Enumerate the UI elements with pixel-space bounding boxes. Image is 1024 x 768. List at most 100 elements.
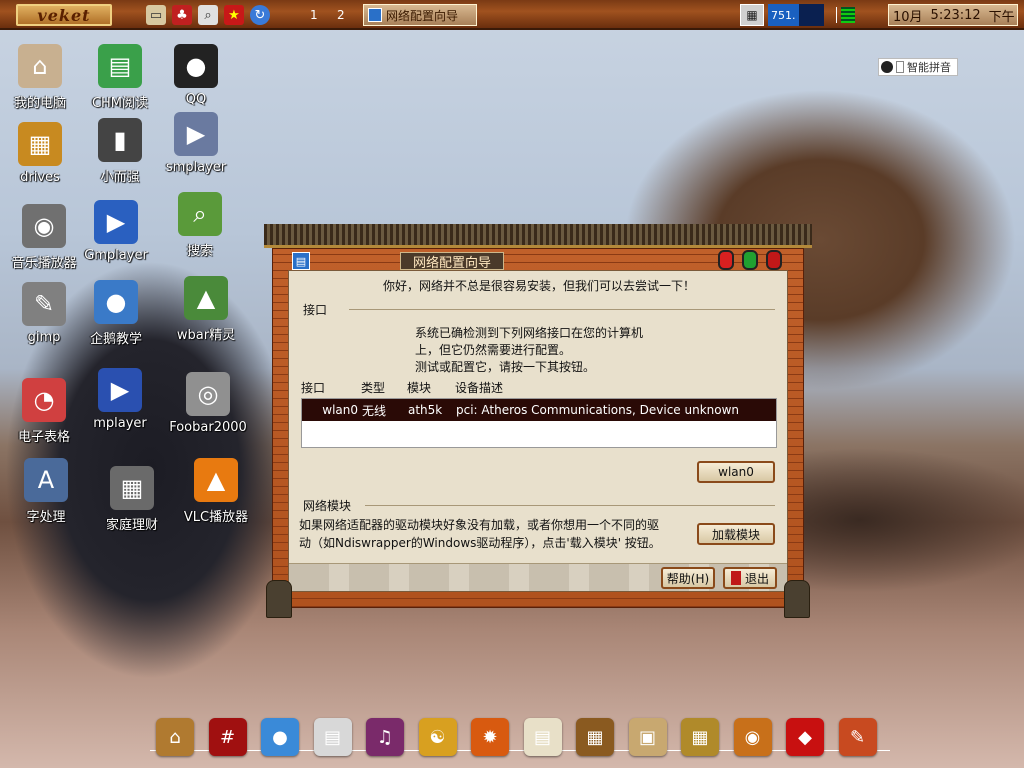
system-tray <box>836 3 855 27</box>
chinese-knot-icon[interactable]: ◆ <box>786 718 824 756</box>
notebook-icon[interactable]: # <box>208 718 247 756</box>
taskbar-window-button[interactable]: 网络配置向导 <box>363 4 477 26</box>
abacus-icon[interactable]: ▦ <box>576 718 614 756</box>
table-row[interactable]: wlan0 无线 ath5k pci: Atheros Communicatio… <box>302 399 776 421</box>
desktop-icon[interactable]: ▶ smplayer <box>156 112 236 175</box>
desktop-icon-label: 音乐播放器 <box>11 256 77 271</box>
desktop-icon[interactable]: ▮ 小而强 <box>80 118 160 185</box>
desktop-icon[interactable]: ⌕ 搜索 <box>160 192 240 259</box>
col-type: 类型 <box>361 381 386 395</box>
computer-icon: ⌂ <box>18 44 62 88</box>
desktop-icon[interactable]: ▦ drives <box>0 122 80 185</box>
close-lantern-icon[interactable] <box>766 250 782 270</box>
yin-yang-icon[interactable]: ☯ <box>418 718 457 756</box>
desktop-icon-label: CHM阅读 <box>91 96 149 111</box>
workspace-1[interactable]: 1 <box>310 3 318 27</box>
smplayer-icon: ▶ <box>174 112 218 156</box>
desktop-icon[interactable]: A 字处理 <box>6 458 86 525</box>
media-disc-icon[interactable]: ♫ <box>366 718 404 756</box>
bottom-dock: ⌂ # ● ▤ ♫ ☯ ✹ ▤ ▦ ▣ ▦ ◉ ◆ ✎ <box>150 714 890 766</box>
globe-icon[interactable]: ● <box>261 718 299 756</box>
start-button[interactable]: veket <box>16 4 112 26</box>
desktop-icon-label: 小而强 <box>100 170 140 185</box>
help-button[interactable]: 帮助(H) <box>661 567 715 589</box>
cpu-monitor-icon[interactable]: ▦ <box>740 4 764 26</box>
file-manager-icon[interactable]: ▭ <box>146 5 166 25</box>
top-taskbar: veket ▭ ♣ ⌕ ★ ↻ 1 2 网络配置向导 ▦ 751. 10月 5:… <box>0 0 1024 30</box>
gmplayer-icon: ▶ <box>94 200 138 244</box>
refresh-icon[interactable]: ↻ <box>250 5 270 25</box>
desktop-icon[interactable]: ● QQ <box>156 44 236 107</box>
desktop-icon-label: wbar精灵 <box>176 328 236 343</box>
desktop-icon[interactable]: ◎ Foobar2000 <box>168 372 248 435</box>
minimize-lantern-icon[interactable] <box>718 250 734 270</box>
signal-icon[interactable] <box>841 7 855 23</box>
clock[interactable]: 10月 5:23:12 下午 <box>888 4 1018 26</box>
penguin-icon <box>881 61 893 73</box>
palace-icon[interactable]: ⌂ <box>156 718 194 756</box>
desktop-icon[interactable]: ● 企鹅教学 <box>76 280 156 347</box>
row-type: 无线 <box>362 403 387 418</box>
desktop-icon-label: 我的电脑 <box>13 96 66 111</box>
painting-icon[interactable]: ▣ <box>628 718 667 756</box>
wlan0-button[interactable]: wlan0 <box>697 461 775 483</box>
flag-icon[interactable]: ★ <box>224 5 244 25</box>
col-description: 设备描述 <box>455 381 504 395</box>
usb-drive-icon: ▮ <box>98 118 142 162</box>
clock-period: 下午 <box>988 9 1015 25</box>
desktop-icon[interactable]: ⌂ 我的电脑 <box>0 44 80 111</box>
papers-icon[interactable]: ▤ <box>313 718 352 756</box>
speaker-icon: ◉ <box>22 204 66 248</box>
desktop-icon[interactable]: ▶ mplayer <box>80 368 160 431</box>
ime-indicator[interactable]: 智能拼音 <box>878 58 958 76</box>
desktop-icon[interactable]: ✎ gimp <box>4 282 84 345</box>
interface-section-title: 接口 <box>303 303 328 317</box>
greeting-text: 你好，网络并不总是很容易安装，但我们可以去尝试一下！ <box>382 279 695 293</box>
exit-button[interactable]: 退出 <box>723 567 777 589</box>
left-lion-statue-icon <box>266 580 292 618</box>
search-icon[interactable]: ⌕ <box>198 5 218 25</box>
qq-penguin-icon: ● <box>174 44 218 88</box>
bowl-icon[interactable]: ◉ <box>733 718 772 756</box>
desktop-icon-label: Foobar2000 <box>169 420 247 435</box>
desktop-icon[interactable]: ◉ 音乐播放器 <box>4 204 84 271</box>
desktop-icon-label: drives <box>20 170 60 185</box>
drives-icon: ▦ <box>18 122 62 166</box>
section-divider <box>365 505 775 506</box>
package-icon[interactable]: ▦ <box>681 718 719 756</box>
module-section-title: 网络模块 <box>303 499 352 513</box>
desktop-icon[interactable]: ◔ 电子表格 <box>4 378 84 445</box>
desktop-icon[interactable]: ▤ CHM阅读 <box>80 44 160 111</box>
dialog-content: 你好，网络并不总是很容易安装，但我们可以去尝试一下！ 接口 系统已确检测到下列网… <box>288 270 788 592</box>
foobar-icon: ◎ <box>186 372 230 416</box>
desktop-icon-label: mplayer <box>93 416 147 431</box>
gimp-icon: ✎ <box>22 282 66 326</box>
load-module-button[interactable]: 加载模块 <box>697 523 775 545</box>
document-icon[interactable]: ▤ <box>523 718 562 756</box>
clock-time: 5:23:12 <box>930 7 981 23</box>
vlc-icon: ▲ <box>194 458 238 502</box>
interface-table-header: 接口 类型 模块 设备描述 <box>301 379 777 397</box>
fire-icon[interactable]: ✹ <box>471 718 509 756</box>
desktop-icon[interactable]: ▲ wbar精灵 <box>166 276 246 343</box>
desktop-icon-label: smplayer <box>165 160 227 175</box>
desktop-icon-label: gimp <box>27 330 61 345</box>
desktop-icon[interactable]: ▲ VLC播放器 <box>176 458 256 525</box>
desktop-icon-label: VLC播放器 <box>183 510 249 525</box>
calculator-icon: ▦ <box>110 466 154 510</box>
desktop-icon[interactable]: ▦ 家庭理财 <box>92 466 172 533</box>
desktop-icon[interactable]: ▶ Gmplayer <box>76 200 156 263</box>
maximize-lantern-icon[interactable] <box>742 250 758 270</box>
dialog-title[interactable]: 网络配置向导 <box>400 252 504 271</box>
ink-icon[interactable]: ✎ <box>838 718 877 756</box>
row-module: ath5k <box>408 403 443 417</box>
desktop-icon-label: 搜索 <box>186 244 213 259</box>
workspace-2[interactable]: 2 <box>337 3 345 27</box>
spreadsheet-icon: ◔ <box>22 378 66 422</box>
exit-icon <box>730 571 741 585</box>
ime-label: 智能拼音 <box>907 61 951 74</box>
interface-table: wlan0 无线 ath5k pci: Atheros Communicatio… <box>301 398 777 448</box>
network-icon[interactable]: ♣ <box>172 5 192 25</box>
app-icon: ▤ <box>292 252 310 270</box>
network-meter[interactable]: 751. <box>768 4 824 26</box>
